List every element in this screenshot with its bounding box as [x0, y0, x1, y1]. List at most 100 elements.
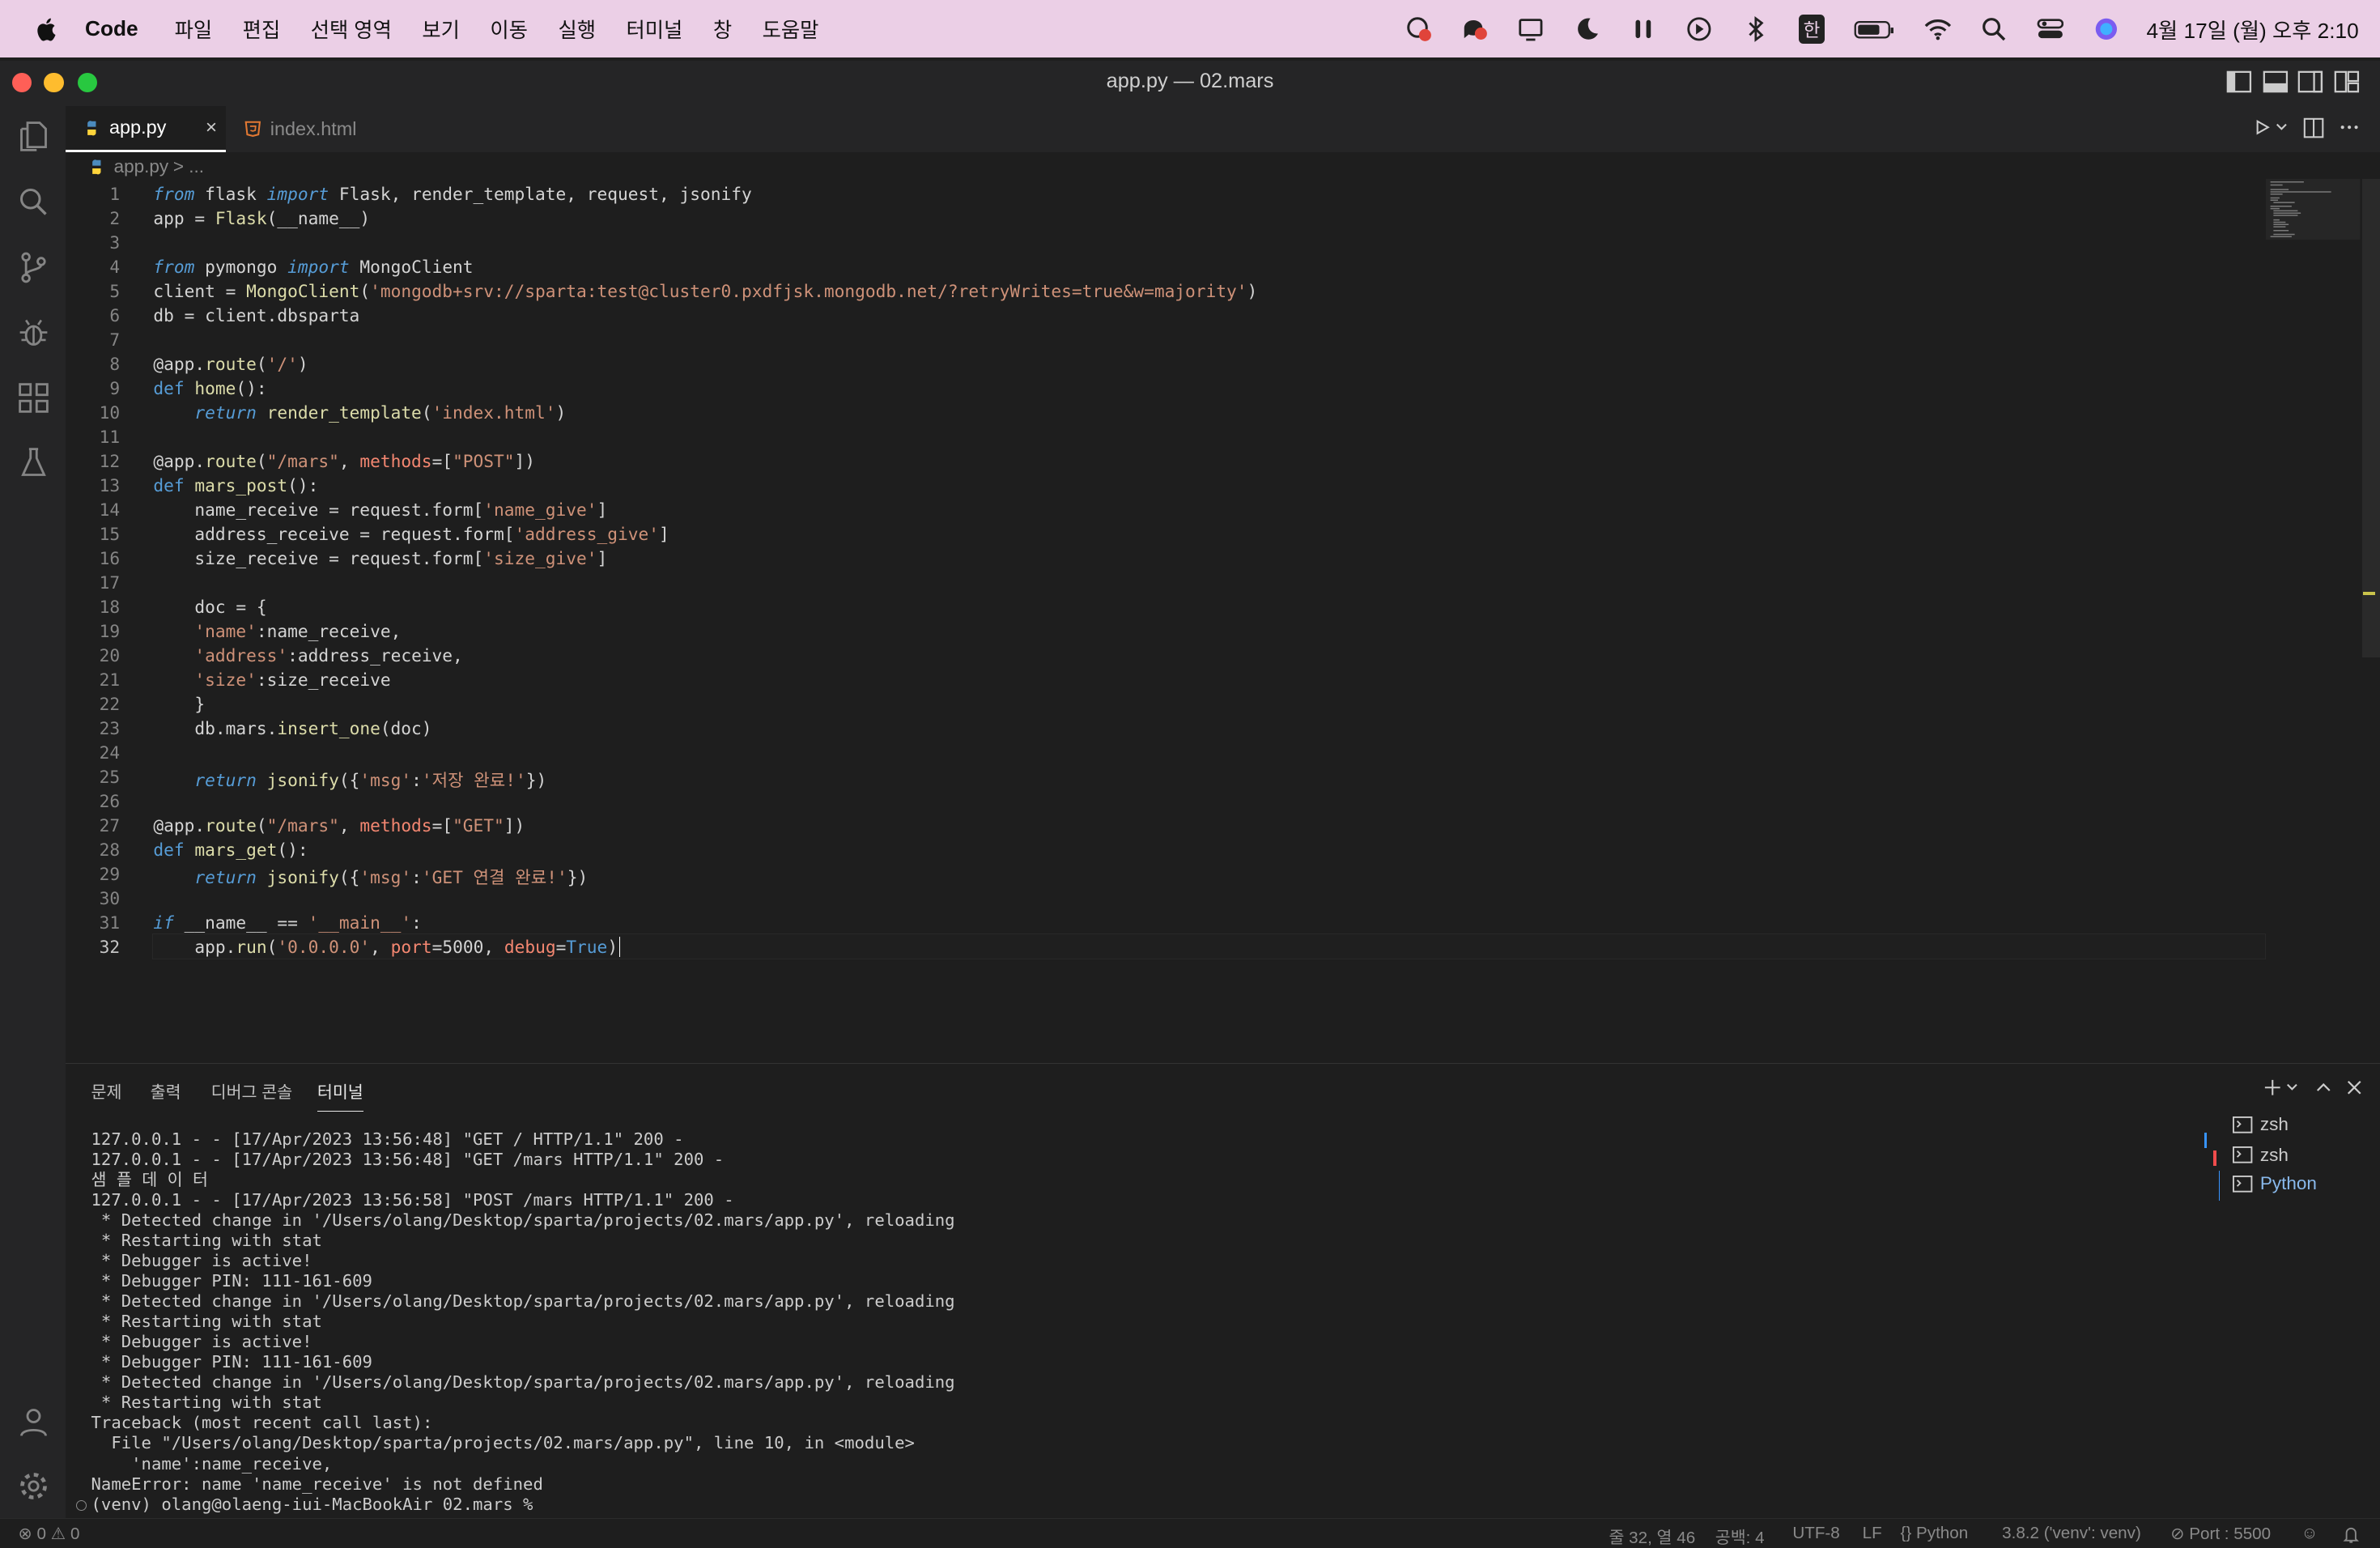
line-number[interactable]: 1: [66, 184, 120, 204]
line-number[interactable]: 8: [66, 354, 120, 374]
line-number[interactable]: 12: [66, 451, 121, 471]
tab-output[interactable]: 출력: [151, 1078, 181, 1103]
run-and-debug-icon[interactable]: [15, 314, 52, 351]
line-number[interactable]: 16: [66, 548, 121, 568]
control-center-icon[interactable]: [2022, 0, 2078, 57]
code-line[interactable]: 'address':address_receive,: [153, 645, 462, 666]
code-line[interactable]: 'name':name_receive,: [153, 621, 401, 641]
extensions-icon[interactable]: [15, 380, 52, 416]
menu-selection[interactable]: 선택 영역: [311, 15, 392, 44]
input-source-icon[interactable]: 한: [1783, 0, 1839, 57]
line-number[interactable]: 24: [66, 742, 121, 763]
airpods-icon[interactable]: [1615, 0, 1671, 57]
breadcrumb-file[interactable]: app.py: [114, 156, 169, 177]
code-line[interactable]: from flask import Flask, render_template…: [153, 184, 751, 204]
search-icon[interactable]: [15, 184, 52, 220]
line-number[interactable]: 18: [66, 597, 121, 617]
problems-status[interactable]: ⊗ 0 ⚠ 0: [19, 1524, 80, 1544]
line-number[interactable]: 7: [66, 330, 120, 350]
line-number[interactable]: 17: [66, 572, 121, 593]
more-actions-icon[interactable]: [2339, 117, 2360, 138]
command-decoration-icon[interactable]: [75, 1499, 87, 1511]
code-line[interactable]: return render_template('index.html'): [153, 402, 566, 423]
live-server-port[interactable]: ⊘ Port : 5500: [2170, 1524, 2271, 1544]
line-number[interactable]: 10: [66, 402, 121, 423]
line-number[interactable]: 29: [66, 864, 121, 884]
chevron-down-icon[interactable]: [2284, 1080, 2300, 1095]
focus-moon-icon[interactable]: [1559, 0, 1615, 57]
line-number[interactable]: 4: [66, 257, 120, 277]
chevron-down-icon[interactable]: [2274, 120, 2289, 135]
menu-help[interactable]: 도움말: [763, 15, 819, 44]
code-line[interactable]: app = Flask(__name__): [153, 208, 370, 228]
line-number[interactable]: 23: [66, 718, 121, 738]
menu-go[interactable]: 이동: [490, 15, 528, 44]
code-line[interactable]: def home():: [153, 378, 266, 398]
tab-terminal[interactable]: 터미널: [317, 1078, 363, 1112]
terminal-list-item[interactable]: zsh: [2233, 1114, 2289, 1135]
code-line[interactable]: @app.route("/mars", methods=["POST"]): [153, 451, 535, 471]
end-of-line[interactable]: LF: [1863, 1524, 1882, 1543]
line-number[interactable]: 19: [66, 621, 121, 641]
editor-scrollbar[interactable]: [2361, 179, 2380, 657]
menubar-clock[interactable]: 4월 17일 (월) 오후 2:10: [2146, 14, 2358, 45]
line-number[interactable]: 6: [66, 305, 120, 325]
toggle-secondary-sidebar-icon[interactable]: [2297, 70, 2324, 94]
code-line[interactable]: doc = {: [153, 597, 266, 617]
python-interpreter[interactable]: 3.8.2 ('venv': venv): [2002, 1524, 2141, 1543]
siri-icon[interactable]: [2078, 0, 2134, 57]
code-line[interactable]: size_receive = request.form['size_give']: [153, 548, 607, 568]
code-line[interactable]: if __name__ == '__main__':: [153, 912, 421, 933]
language-mode[interactable]: {} Python: [1901, 1524, 1969, 1543]
menu-window[interactable]: 창: [713, 15, 732, 44]
screen-recorder-icon[interactable]: [1391, 0, 1447, 57]
split-editor-icon[interactable]: [2302, 117, 2325, 139]
line-number[interactable]: 22: [66, 694, 121, 714]
line-number[interactable]: 15: [66, 524, 121, 544]
wifi-icon[interactable]: [1910, 0, 1966, 57]
code-line[interactable]: from pymongo import MongoClient: [153, 257, 473, 277]
code-line[interactable]: @app.route('/'): [153, 354, 308, 374]
menu-file[interactable]: 파일: [175, 15, 213, 44]
chat-app-icon[interactable]: [1447, 0, 1502, 57]
tab-problems[interactable]: 문제: [91, 1078, 122, 1103]
line-number[interactable]: 9: [66, 378, 120, 398]
code-line[interactable]: client = MongoClient('mongodb+srv://spar…: [153, 281, 1257, 301]
line-number[interactable]: 31: [66, 912, 121, 933]
code-line[interactable]: @app.route("/mars", methods=["GET"]): [153, 815, 525, 836]
line-number[interactable]: 32: [66, 937, 121, 957]
manage-gear-icon[interactable]: [15, 1468, 52, 1504]
close-tab-icon[interactable]: ×: [206, 117, 217, 139]
explorer-icon[interactable]: [15, 118, 52, 155]
line-number[interactable]: 3: [66, 232, 120, 253]
menu-terminal[interactable]: 터미널: [626, 15, 682, 44]
tab-index-html[interactable]: index.html: [226, 106, 384, 151]
code-line[interactable]: def mars_post():: [153, 475, 318, 495]
notifications-bell-icon[interactable]: [2342, 1525, 2361, 1544]
indentation[interactable]: 공백: 4: [1715, 1524, 1765, 1548]
line-number[interactable]: 30: [66, 888, 121, 908]
battery-icon[interactable]: [1840, 0, 1910, 57]
terminal-list-item-active[interactable]: Python: [2233, 1173, 2317, 1194]
cursor-position[interactable]: 줄 32, 열 46: [1609, 1524, 1696, 1548]
line-number[interactable]: 11: [66, 427, 121, 447]
breadcrumb-rest[interactable]: > ...: [173, 156, 204, 177]
code-line[interactable]: }: [153, 694, 205, 714]
code-editor[interactable]: 1 2 3 4 5 6 7 8 9 10 11 12 13 14 15 16 17 18 19 20 21 22 23 24 2…: [66, 179, 2267, 968]
code-line[interactable]: return jsonify({'msg':'저장 완료!'}): [153, 767, 546, 792]
encoding[interactable]: UTF-8: [1792, 1524, 1839, 1543]
code-line[interactable]: address_receive = request.form['address_…: [153, 524, 669, 544]
terminal-list-item[interactable]: zsh: [2233, 1145, 2289, 1166]
app-menu-code[interactable]: Code: [85, 16, 138, 41]
code-line[interactable]: 'size':size_receive: [153, 670, 390, 690]
menu-view[interactable]: 보기: [422, 15, 460, 44]
line-number[interactable]: 13: [66, 475, 121, 495]
now-playing-icon[interactable]: [1672, 0, 1728, 57]
code-line[interactable]: name_receive = request.form['name_give']: [153, 500, 607, 520]
testing-flask-icon[interactable]: [15, 444, 52, 481]
apple-logo-icon[interactable]: [33, 17, 57, 41]
toggle-panel-icon[interactable]: [2262, 70, 2289, 94]
close-panel-icon[interactable]: [2345, 1078, 2364, 1097]
code-line[interactable]: db.mars.insert_one(doc): [153, 718, 431, 738]
code-line[interactable]: app.run('0.0.0.0', port=5000, debug=True…: [153, 936, 620, 957]
